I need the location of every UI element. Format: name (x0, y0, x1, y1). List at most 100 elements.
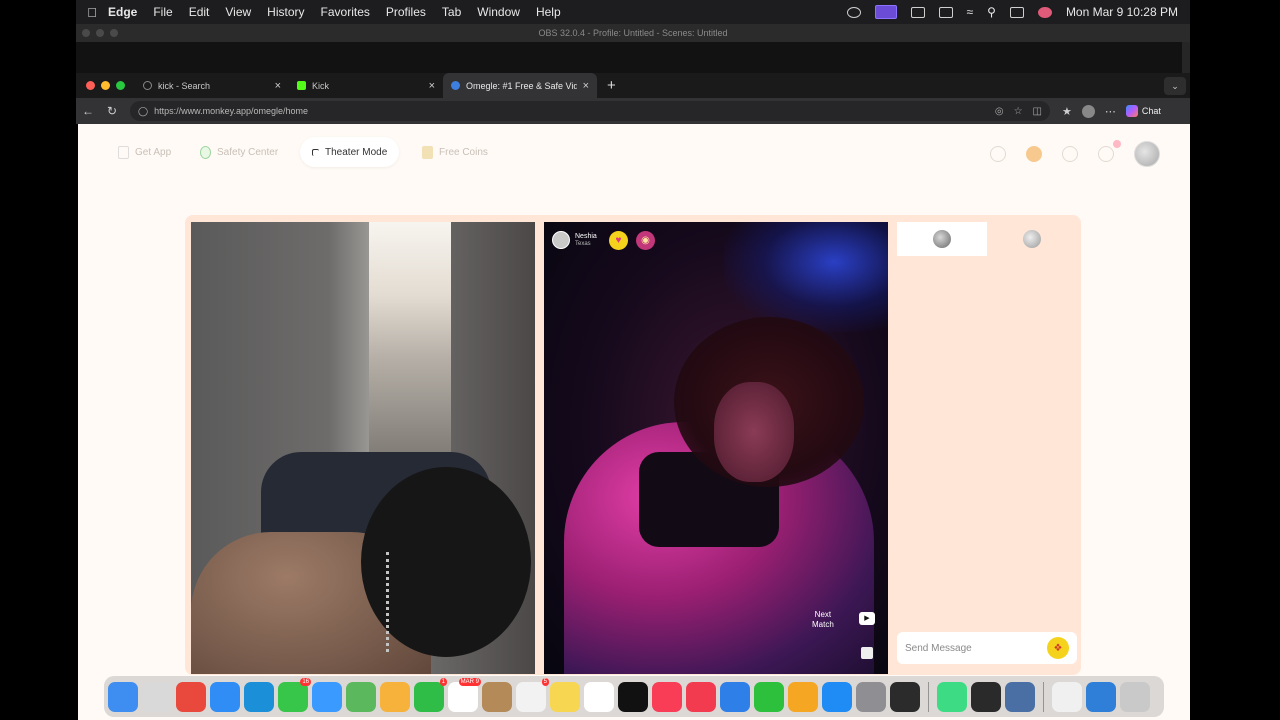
nav-free-coins[interactable]: Free Coins (410, 137, 500, 167)
nav-safety-center[interactable]: Safety Center (188, 137, 290, 167)
dock-messages-icon[interactable]: 16 (278, 677, 311, 712)
dock-music-icon[interactable] (652, 681, 682, 712)
profile-avatar[interactable] (1081, 104, 1095, 118)
dock-edge-icon[interactable] (244, 681, 274, 712)
obs-close-button[interactable] (82, 29, 90, 37)
site-info-icon[interactable]: ◯ (138, 106, 148, 117)
obs-zoom-button[interactable] (110, 29, 118, 37)
menu-favorites[interactable]: Favorites (321, 5, 370, 19)
monkey-badge-icon[interactable]: ◉ (636, 231, 655, 250)
dock-numbers-icon[interactable] (754, 681, 784, 712)
tracking-prevention-icon[interactable]: ◎ (995, 106, 1004, 117)
dock-freeform-icon[interactable] (584, 681, 614, 712)
split-screen-icon[interactable]: ◫ (1033, 106, 1042, 117)
siri-icon[interactable] (1037, 6, 1052, 18)
menu-tab[interactable]: Tab (442, 5, 461, 19)
dock-facetime-icon[interactable]: 1 (414, 677, 447, 712)
dock-obs-icon[interactable] (971, 681, 1001, 712)
history-clock-icon[interactable] (1062, 146, 1078, 162)
search-icon[interactable] (990, 146, 1006, 162)
coin-balance-icon[interactable] (1026, 146, 1042, 162)
chat-tab-other[interactable] (987, 222, 1077, 256)
chat-tab-current[interactable] (897, 222, 987, 256)
refresh-icon[interactable]: ↻ (100, 104, 124, 118)
menu-app-name[interactable]: Edge (108, 5, 137, 19)
dock-safari-icon[interactable] (210, 681, 240, 712)
chat-panel: ❖ (897, 222, 1077, 674)
menu-clock[interactable]: Mon Mar 9 10:28 PM (1066, 5, 1178, 19)
nav-get-app[interactable]: Get App (106, 137, 183, 167)
favorites-icon[interactable]: ★ (1062, 105, 1072, 118)
dock-trash-icon[interactable] (1120, 681, 1150, 712)
dock-finder-icon[interactable] (108, 681, 138, 712)
obs-minimize-button[interactable] (96, 29, 104, 37)
menu-edit[interactable]: Edit (189, 5, 210, 19)
tab-close-icon[interactable]: × (583, 80, 589, 92)
spotlight-search-icon[interactable]: ⚲ (987, 5, 996, 19)
dock-calendar-icon[interactable]: MAR 9 (448, 677, 481, 712)
dock-photos-icon[interactable] (380, 681, 410, 712)
control-center-icon[interactable] (1009, 6, 1024, 18)
status-extension-icon[interactable] (846, 6, 861, 18)
browser-zoom-button[interactable] (116, 81, 125, 90)
dock-launchpad-icon[interactable] (142, 681, 172, 712)
messages-icon[interactable] (1098, 140, 1121, 162)
obs-titlebar: OBS 32.0.4 - Profile: Untitled - Scenes:… (76, 24, 1190, 42)
message-input[interactable] (905, 642, 1047, 654)
report-flag-icon[interactable] (861, 647, 873, 659)
dock-keynote-icon[interactable] (720, 681, 750, 712)
dock-reminders-icon[interactable]: 5 (516, 677, 549, 712)
more-options-icon[interactable]: ⋯ (1105, 105, 1116, 118)
remote-user-avatar[interactable] (552, 231, 570, 249)
menu-view[interactable]: View (225, 5, 251, 19)
screen-record-icon[interactable] (874, 5, 897, 19)
tab-omegle[interactable]: Omegle: #1 Free & Safe Video × (443, 73, 597, 98)
menu-profiles[interactable]: Profiles (386, 5, 426, 19)
menu-window[interactable]: Window (477, 5, 520, 19)
dock-app-brown-icon[interactable] (482, 681, 512, 712)
favorite-star-icon[interactable]: ☆ (1014, 106, 1023, 117)
new-tab-button[interactable]: + (597, 77, 626, 94)
battery-icon[interactable] (938, 6, 953, 18)
tab-kick[interactable]: Kick × (289, 73, 443, 98)
dock-globe-icon[interactable] (1086, 681, 1116, 712)
apple-menu-icon[interactable]:  (76, 5, 108, 20)
dock-chrome-icon[interactable] (176, 681, 206, 712)
dock-system-settings-icon[interactable] (856, 681, 886, 712)
dock-iphone-mirroring-icon[interactable] (890, 681, 920, 712)
dock-document-icon[interactable] (1052, 681, 1082, 712)
next-match-label[interactable]: Next Match (812, 610, 834, 630)
dock-pages-icon[interactable] (788, 681, 818, 712)
tab-list-chevron-down-icon[interactable]: ⌄ (1164, 76, 1186, 95)
tab-kick-search[interactable]: kick - Search × (135, 73, 289, 98)
browser-close-button[interactable] (86, 81, 95, 90)
next-match-play-icon[interactable]: ▶ (859, 612, 875, 625)
remote-user-tag[interactable]: Neshia Texas (552, 231, 597, 249)
heart-icon[interactable]: ♥ (609, 231, 628, 250)
url-text[interactable]: https://www.monkey.app/omegle/home (154, 106, 308, 116)
dock-news-icon[interactable] (686, 681, 716, 712)
back-arrow-icon[interactable]: ← (76, 104, 100, 118)
obs-window: OBS 32.0.4 - Profile: Untitled - Scenes:… (76, 24, 1190, 73)
menu-history[interactable]: History (267, 5, 304, 19)
menu-file[interactable]: File (153, 5, 172, 19)
copilot-chat-button[interactable]: Chat (1125, 105, 1161, 117)
dock-mail-icon[interactable] (312, 681, 342, 712)
browser-minimize-button[interactable] (101, 81, 110, 90)
tab-close-icon[interactable]: × (275, 80, 281, 92)
menu-help[interactable]: Help (536, 5, 561, 19)
dock-notes-icon[interactable] (550, 681, 580, 712)
tab-title: kick - Search (158, 80, 211, 91)
gift-icon[interactable]: ❖ (1047, 637, 1069, 659)
wifi-icon[interactable]: ≈ (967, 5, 974, 19)
tab-close-icon[interactable]: × (429, 80, 435, 92)
dock-appletv-icon[interactable] (618, 681, 648, 712)
dock-appstore-icon[interactable] (822, 681, 852, 712)
dock-android-studio-icon[interactable] (937, 681, 967, 712)
dock-maps-icon[interactable] (346, 681, 376, 712)
address-bar[interactable]: ◯ https://www.monkey.app/omegle/home ◎ ☆… (130, 101, 1050, 121)
window-switch-icon[interactable] (910, 6, 925, 18)
nav-theater-mode[interactable]: Theater Mode (300, 137, 400, 167)
dock-screen-sharing-icon[interactable] (1005, 681, 1035, 712)
user-avatar[interactable] (1134, 141, 1160, 167)
